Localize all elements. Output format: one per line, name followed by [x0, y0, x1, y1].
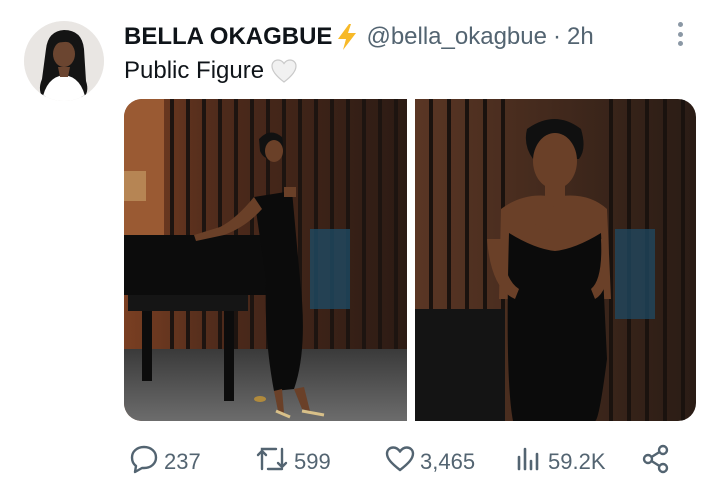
- photo-closeup-pose[interactable]: [415, 99, 696, 421]
- white-heart-icon: [270, 58, 298, 84]
- timestamp[interactable]: 2h: [567, 23, 594, 51]
- retweet-count: 599: [294, 449, 331, 474]
- tweet: BELLA OKAGBUE @bella_okagbue · 2h Public…: [0, 0, 720, 503]
- views-button[interactable]: 59.2K: [514, 440, 606, 484]
- bar-chart-icon: [514, 443, 544, 481]
- like-button[interactable]: 3,465: [384, 440, 475, 484]
- view-count: 59.2K: [548, 449, 606, 474]
- share-icon: [640, 443, 672, 481]
- separator-dot: ·: [552, 23, 561, 50]
- photo-piano-pose[interactable]: [124, 99, 407, 421]
- display-name[interactable]: BELLA OKAGBUE: [124, 23, 332, 51]
- retweet-button[interactable]: 599: [254, 440, 331, 484]
- tweet-header: BELLA OKAGBUE @bella_okagbue · 2h: [124, 20, 594, 54]
- avatar[interactable]: [24, 21, 104, 101]
- heart-icon: [384, 443, 416, 481]
- retweet-icon: [254, 443, 290, 481]
- tweet-text: Public Figure: [124, 56, 298, 86]
- more-options-icon[interactable]: [668, 18, 692, 50]
- action-bar: 237 599 3,465 59.2K: [124, 440, 684, 484]
- share-button[interactable]: [640, 440, 672, 484]
- user-handle[interactable]: @bella_okagbue: [366, 23, 547, 51]
- like-count: 3,465: [420, 449, 476, 474]
- reply-count: 237: [164, 449, 201, 474]
- tweet-text-content: Public Figure: [124, 57, 265, 84]
- media-grid: [124, 99, 696, 421]
- reply-button[interactable]: 237: [128, 440, 201, 484]
- reply-icon: [128, 443, 160, 481]
- lightning-bolt-icon: [336, 23, 358, 51]
